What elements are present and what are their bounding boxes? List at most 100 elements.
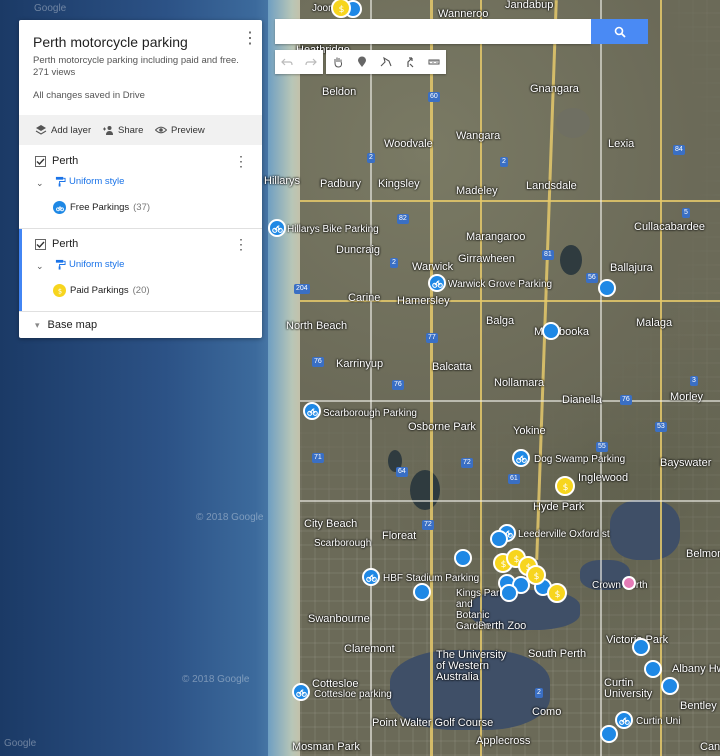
legend-item-count: (37) xyxy=(133,202,151,213)
watermark: © 2018 Google xyxy=(196,512,264,523)
layer-style-button[interactable]: Uniform style xyxy=(55,259,124,270)
layer-checkbox[interactable] xyxy=(35,239,46,250)
layer-name[interactable]: Perth xyxy=(52,238,78,250)
svg-text:$: $ xyxy=(562,482,568,492)
add-layer-button[interactable]: Add layer xyxy=(35,124,91,136)
road xyxy=(430,0,433,756)
road xyxy=(600,0,602,756)
undo-button[interactable] xyxy=(275,50,299,74)
place-label: North Beach xyxy=(286,320,348,332)
place-label: Carine xyxy=(348,292,381,304)
svg-text:$: $ xyxy=(533,571,539,581)
chevron-down-icon[interactable]: ⌄ xyxy=(36,178,44,189)
free-parking-marker[interactable] xyxy=(512,449,530,467)
free-parking-marker[interactable] xyxy=(632,638,650,656)
free-parking-marker[interactable] xyxy=(644,660,662,678)
place-label: Inglewood xyxy=(578,472,629,484)
hand-icon xyxy=(334,57,343,68)
free-parking-marker[interactable] xyxy=(413,583,431,601)
search-button[interactable] xyxy=(591,19,648,44)
place-label: Applecross xyxy=(476,735,531,747)
place-label: City Beach xyxy=(304,518,358,530)
base-map-label: Base map xyxy=(47,319,98,331)
map-description[interactable]: Perth motorcycle parking including paid … xyxy=(33,55,253,79)
free-parking-marker[interactable] xyxy=(490,530,508,548)
motorcycle-icon xyxy=(306,407,318,416)
map-title[interactable]: Perth motorcycle parking xyxy=(33,34,188,50)
pan-hand-button[interactable] xyxy=(326,50,350,74)
marker-icon xyxy=(358,56,366,67)
place-label: Jandabup xyxy=(505,0,554,11)
motorcycle-icon xyxy=(515,454,527,463)
chevron-down-icon[interactable]: ⌄ xyxy=(36,261,44,272)
legend-item-paid-parkings[interactable]: $ Paid Parkings (20) xyxy=(53,284,150,297)
layer-name[interactable]: Perth xyxy=(52,155,78,167)
base-map-toggle[interactable]: ▾ Base map xyxy=(35,319,97,331)
place-label: Woodvale xyxy=(384,138,433,150)
redo-icon xyxy=(305,58,317,66)
share-button[interactable]: Share xyxy=(102,124,143,136)
place-label: Kings Park and Botanic Garden xyxy=(456,588,505,632)
svg-text:$: $ xyxy=(554,589,560,599)
free-parking-marker[interactable] xyxy=(362,568,380,586)
description-text: Perth motorcycle parking including paid … xyxy=(33,55,239,66)
directions-icon xyxy=(407,57,414,68)
layer-checkbox[interactable] xyxy=(35,156,46,167)
free-parking-marker[interactable] xyxy=(600,725,618,743)
preview-button[interactable]: Preview xyxy=(155,124,205,136)
place-label: Karrinyup xyxy=(336,358,384,370)
place-label: Claremont xyxy=(344,643,395,655)
search-input[interactable] xyxy=(275,19,591,44)
free-parking-marker[interactable] xyxy=(268,219,286,237)
dollar-icon: $ xyxy=(562,482,568,492)
place-label: Bentley xyxy=(680,700,717,712)
legend-item-free-parkings[interactable]: Free Parkings (37) xyxy=(53,201,150,214)
map-legend-panel: Perth motorcycle parking ⋮ Perth motorcy… xyxy=(19,20,262,338)
place-label: Malaga xyxy=(636,317,673,329)
free-parking-marker[interactable] xyxy=(615,711,633,729)
place-label: Yokine xyxy=(513,425,546,437)
place-label: Como xyxy=(532,706,562,718)
paid-parking-marker[interactable]: $ xyxy=(526,565,546,585)
place-label: Ballajura xyxy=(610,262,653,274)
eye-icon xyxy=(155,126,167,134)
place-marker[interactable] xyxy=(622,576,636,590)
free-parking-marker[interactable] xyxy=(292,683,310,701)
marker-label: Leederville Oxford st xyxy=(518,529,610,540)
layer-options-icon[interactable]: ⋮ xyxy=(234,153,248,170)
place-label: Hillarys xyxy=(264,175,301,187)
more-options-icon[interactable]: ⋮ xyxy=(242,31,258,47)
free-parking-marker[interactable] xyxy=(661,677,679,695)
map-toolbar xyxy=(275,50,446,74)
road xyxy=(300,200,720,202)
add-marker-button[interactable] xyxy=(350,50,374,74)
share-label: Share xyxy=(118,124,144,136)
place-label: Girrawheen xyxy=(458,253,515,265)
road xyxy=(300,400,720,402)
layer-options-icon[interactable]: ⋮ xyxy=(234,236,248,253)
place-label: Nollamara xyxy=(494,377,545,389)
directions-button[interactable] xyxy=(398,50,422,74)
layer-style-button[interactable]: Uniform style xyxy=(55,176,124,187)
paint-roller-icon xyxy=(55,259,66,270)
free-parking-marker[interactable] xyxy=(428,274,446,292)
free-parking-marker[interactable] xyxy=(303,402,321,420)
watermark: Google xyxy=(4,738,37,749)
motorcycle-icon xyxy=(365,573,377,582)
free-parking-marker[interactable] xyxy=(500,584,518,602)
place-label: Osborne Park xyxy=(408,421,476,433)
paid-parking-marker[interactable]: $ xyxy=(547,583,567,603)
place-label: Padbury xyxy=(320,178,361,190)
legend-item-label: Paid Parkings xyxy=(70,285,129,296)
place-label: Dianella xyxy=(562,394,602,406)
free-parking-marker[interactable] xyxy=(598,279,616,297)
paid-parking-marker[interactable]: $ xyxy=(555,476,575,496)
redo-button[interactable] xyxy=(299,50,323,74)
free-parking-marker[interactable] xyxy=(454,549,472,567)
free-parking-marker[interactable] xyxy=(542,322,560,340)
place-label: Scarborough xyxy=(314,538,372,549)
place-label: Gnangara xyxy=(530,83,579,95)
draw-line-button[interactable] xyxy=(374,50,398,74)
measure-button[interactable] xyxy=(422,50,446,74)
place-label: Kingsley xyxy=(378,178,420,190)
